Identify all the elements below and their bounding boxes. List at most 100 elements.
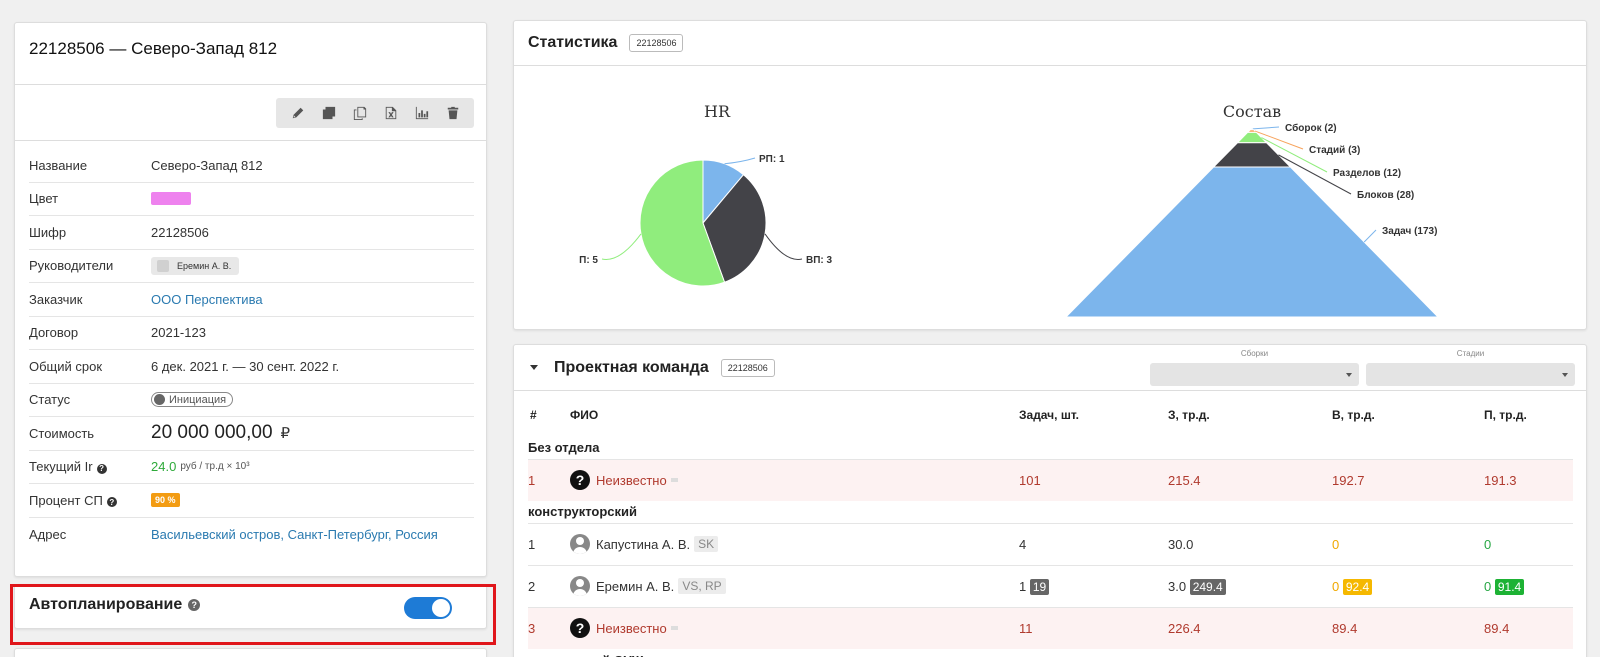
status-label: Статус xyxy=(29,392,71,408)
pyramid-data-label: Разделов (12) xyxy=(1333,168,1401,179)
excel-icon xyxy=(385,106,396,120)
term-value: 6 дек. 2021 г. — 30 сент. 2022 г. xyxy=(151,358,340,374)
code-label: Шифр xyxy=(29,224,67,240)
col-tasks[interactable]: Задач, шт. xyxy=(1019,393,1168,437)
pie-connector xyxy=(724,157,756,165)
stages-select[interactable] xyxy=(1366,363,1575,386)
collapse-caret-icon[interactable] xyxy=(530,365,538,370)
table-row[interactable]: 2 Еремин А. В. VS, RP 1 19 3.0 249.4 0 92… xyxy=(528,564,1573,607)
z-value: 3.0 xyxy=(1168,578,1187,594)
project-properties: Название Северо-Запад 812 Цвет Шифр 2212… xyxy=(15,141,486,551)
prop-row-color: Цвет xyxy=(29,183,474,216)
pyramid-data-label: Задач (173) xyxy=(1382,226,1437,237)
statistics-charts: HR Состав РП: 1 ВП: 3 П: 5 Сборок (2) Стади… xyxy=(579,102,1440,318)
address-link[interactable]: Васильевский остров, Санкт-Петербург, Ро… xyxy=(151,527,438,542)
p-value: 191.3 xyxy=(1484,458,1573,501)
report-button[interactable] xyxy=(406,98,437,128)
help-icon[interactable]: ? xyxy=(96,463,107,474)
row-index: 1 xyxy=(528,522,570,565)
pie-connector xyxy=(764,233,803,260)
avatar-icon xyxy=(570,534,590,554)
col-v[interactable]: В, тр.д. xyxy=(1332,393,1484,437)
help-icon[interactable]: ? xyxy=(106,497,117,508)
pie-data-label: П: 5 xyxy=(579,255,598,266)
p-value: 0 xyxy=(1484,578,1492,594)
hr-chart-title: HR xyxy=(704,102,731,121)
ir-unit: руб / тр.д × 10³ xyxy=(180,461,250,473)
question-icon: ? xyxy=(570,618,590,639)
col-index[interactable]: # xyxy=(528,393,570,437)
question-icon: ? xyxy=(570,470,590,491)
code-value: 22128506 xyxy=(151,224,209,240)
team-table: # ФИО Задач, шт. З, тр.д. В, тр.д. П, тр… xyxy=(528,393,1573,657)
toggle-knob xyxy=(432,599,450,617)
statistics-title: Статистика xyxy=(528,34,618,51)
tasks-value: 4 xyxy=(1019,522,1168,565)
edit-button[interactable] xyxy=(282,98,313,128)
member-name: Неизвестно xyxy=(596,472,667,488)
group-row: Без отдела xyxy=(528,440,600,456)
export-excel-button[interactable] xyxy=(375,98,406,128)
autoplanning-title: Автопланирование xyxy=(29,596,183,613)
v-value: 0 xyxy=(1332,522,1484,565)
team-project-tag: 22128506 xyxy=(720,358,775,377)
table-row[interactable]: 1 Капустина А. В. SK 4 30.0 0 0 xyxy=(528,522,1573,565)
placeholder-tag xyxy=(670,626,678,631)
role-tag: VS, RP xyxy=(678,578,726,594)
copy-icon xyxy=(322,106,335,120)
col-name[interactable]: ФИО xyxy=(570,393,1019,437)
ir-value: 24.0 xyxy=(151,459,177,475)
delete-button[interactable] xyxy=(437,98,468,128)
hr-pie-chart: РП: 1 ВП: 3 П: 5 xyxy=(579,154,833,287)
v-value: 192.7 xyxy=(1332,458,1484,501)
builds-select[interactable] xyxy=(1150,363,1359,386)
prop-row-contract: Договор 2021-123 xyxy=(29,317,474,350)
sp-badge: 90 % xyxy=(151,493,180,508)
prop-row-cost: Стоимость 20 000 000,00 ₽ xyxy=(29,417,474,451)
status-badge: Инициация xyxy=(151,392,234,408)
group-row: инженерный ОУЖ xyxy=(528,649,1573,657)
customer-label: Заказчик xyxy=(29,291,83,307)
pencil-icon xyxy=(292,107,303,119)
avatar-icon xyxy=(570,576,590,596)
managers-label: Руководители xyxy=(29,258,114,274)
tasks-value: 11 xyxy=(1019,606,1168,649)
p-value: 89.4 xyxy=(1484,606,1573,649)
trash-icon xyxy=(447,106,458,120)
cost-value: 20 000 000,00 xyxy=(151,422,273,444)
color-label: Цвет xyxy=(29,191,59,207)
table-row[interactable]: 3 ? Неизвестно 11 226.4 89.4 89.4 xyxy=(528,606,1573,649)
stages-filter-label: Стадии xyxy=(1456,349,1485,358)
manager-chip[interactable]: Еремин А. В. xyxy=(151,256,240,275)
pyramid-data-label: Сборок (2) xyxy=(1285,122,1337,134)
col-p[interactable]: П, тр.д. xyxy=(1484,393,1573,437)
member-name: Неизвестно xyxy=(596,620,667,636)
duplicate-button[interactable] xyxy=(344,98,375,128)
pyramid-connector xyxy=(1252,126,1280,130)
autoplanning-toggle[interactable] xyxy=(404,597,452,619)
manager-name: Еремин А. В. xyxy=(177,260,232,271)
z-value: 226.4 xyxy=(1168,606,1332,649)
member-name: Капустина А. В. xyxy=(596,536,691,552)
placeholder-tag xyxy=(670,478,678,483)
p-value: 0 xyxy=(1484,522,1573,565)
p-badge: 91.4 xyxy=(1494,578,1525,595)
customer-link[interactable]: ООО Перспектива xyxy=(151,292,263,307)
col-z[interactable]: З, тр.д. xyxy=(1168,393,1332,437)
table-row[interactable]: 1 ? Неизвестно 101 215.4 192.7 191.3 xyxy=(528,458,1573,501)
help-icon[interactable]: ? xyxy=(188,599,201,611)
duplicate-icon xyxy=(353,106,366,120)
composition-pyramid-chart: Сборок (2) Стадий (3) Разделов (12) Блоков … xyxy=(1064,122,1440,318)
chart-icon xyxy=(415,106,428,120)
z-value: 215.4 xyxy=(1168,458,1332,501)
tasks-value: 1 xyxy=(1019,578,1027,594)
chevron-down-icon xyxy=(1562,373,1568,377)
copy-button[interactable] xyxy=(313,98,344,128)
address-label: Адрес xyxy=(29,526,67,542)
prop-row-name: Название Северо-Запад 812 xyxy=(29,149,474,183)
project-card: 22128506 — Северо-Запад 812 Название Сев… xyxy=(14,22,487,577)
currency-symbol: ₽ xyxy=(280,425,291,443)
pie-data-label: РП: 1 xyxy=(759,154,785,165)
pyramid-data-label: Стадий (3) xyxy=(1309,145,1360,156)
pyramid-data-label: Блоков (28) xyxy=(1357,190,1414,201)
